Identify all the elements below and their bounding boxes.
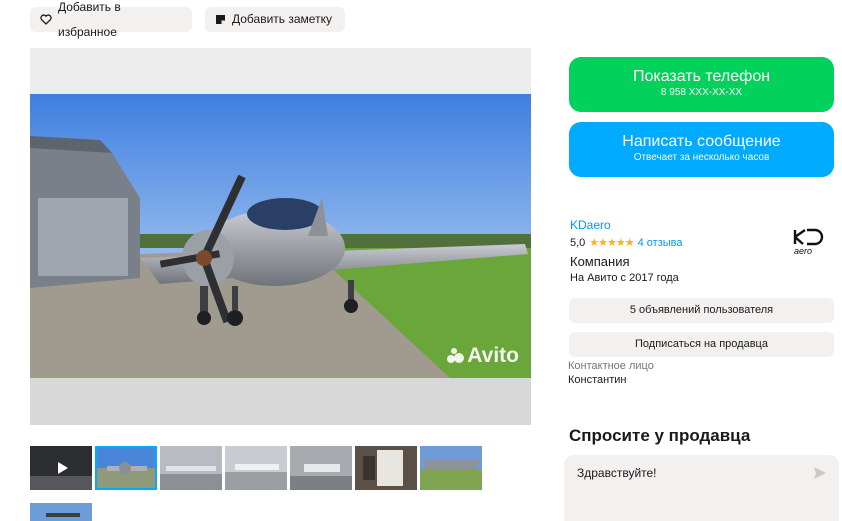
seller-type: Компания — [570, 254, 630, 269]
logo-text: aero — [794, 246, 812, 256]
thumbnail-7[interactable] — [420, 446, 482, 490]
thumbnail-2[interactable] — [95, 446, 157, 490]
airplane-photo — [30, 48, 531, 425]
seller-rating: 5,0 ★★★★★ 4 отзыва — [570, 236, 683, 250]
subscribe-seller-button[interactable]: Подписаться на продавца — [569, 332, 834, 357]
seller-since: На Авито с 2017 года — [570, 272, 679, 284]
add-to-favorites-button[interactable]: Добавить в избранное — [30, 0, 192, 39]
send-icon[interactable] — [813, 466, 827, 485]
add-note-label: Добавить заметку — [232, 12, 332, 26]
response-time: Отвечает за несколько часов — [633, 152, 770, 163]
thumbnail-5[interactable] — [290, 446, 352, 490]
main-photo[interactable]: Avito — [30, 48, 531, 425]
contact-person-name: Константин — [568, 374, 627, 386]
rating-stars-icon: ★★★★★ — [589, 237, 634, 249]
ask-seller-title: Спросите у продавца — [569, 426, 751, 445]
show-phone-button[interactable]: Показать телефон 8 958 XXX-XX-XX — [569, 57, 834, 112]
reviews-link[interactable]: 4 отзыва — [638, 237, 683, 249]
thumbnail-4[interactable] — [225, 446, 287, 490]
thumbnail-8[interactable] — [30, 503, 92, 521]
play-icon — [53, 459, 71, 477]
show-phone-label: Показать телефон — [632, 68, 771, 85]
seller-ads-button[interactable]: 5 объявлений пользователя — [569, 298, 834, 323]
note-icon — [215, 14, 226, 25]
phone-number: 8 958 XXX-XX-XX — [660, 87, 743, 98]
thumbnail-3[interactable] — [160, 446, 222, 490]
contact-person-label: Контактное лицо — [568, 360, 654, 372]
ask-seller-box: Здравствуйте! — [564, 455, 839, 521]
write-message-button[interactable]: Написать сообщение Отвечает за несколько… — [569, 122, 834, 177]
avito-logo-icon — [447, 348, 465, 364]
thumbnail-6[interactable] — [355, 446, 417, 490]
add-to-favorites-label: Добавить в избранное — [58, 0, 121, 39]
seller-logo[interactable]: aero — [787, 226, 831, 263]
heart-icon — [40, 14, 52, 25]
watermark-text: Avito — [467, 344, 519, 367]
add-note-button[interactable]: Добавить заметку — [205, 7, 345, 32]
seller-name-link[interactable]: KDaero — [570, 218, 611, 232]
rating-value: 5,0 — [570, 236, 586, 249]
write-message-label: Написать сообщение — [622, 133, 781, 150]
thumbnail-strip — [30, 446, 482, 490]
thumbnail-video[interactable] — [30, 446, 92, 490]
avito-watermark: Avito — [447, 344, 519, 368]
message-input[interactable]: Здравствуйте! — [577, 466, 657, 480]
